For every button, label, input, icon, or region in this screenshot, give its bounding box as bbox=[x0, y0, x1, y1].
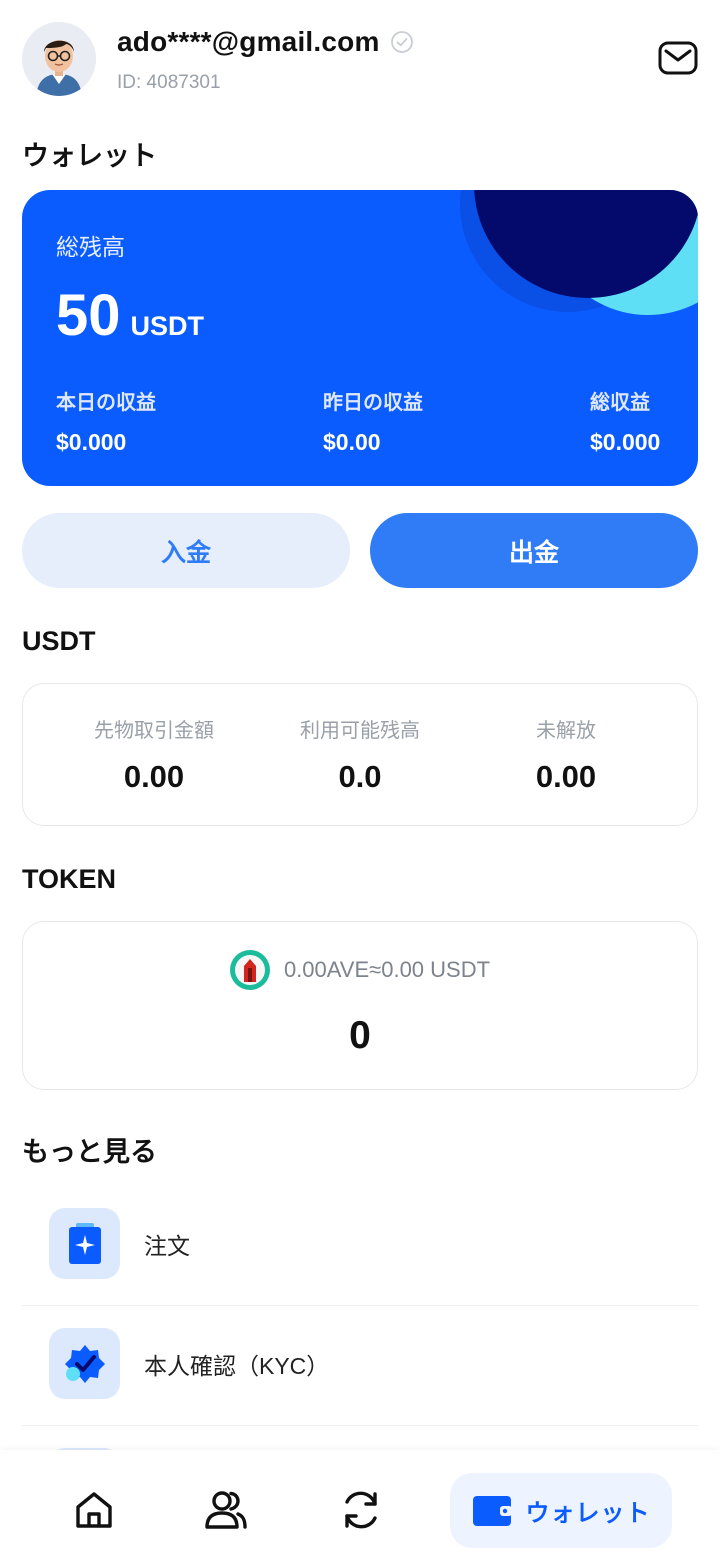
kyc-badge-icon bbox=[49, 1328, 120, 1399]
deposit-button[interactable]: 入金 bbox=[22, 513, 350, 588]
email-row: ado****@gmail.com bbox=[117, 26, 414, 58]
wallet-section-title: ウォレット bbox=[22, 141, 157, 171]
more-section-title: もっと見る bbox=[22, 1137, 157, 1167]
list-item-kyc[interactable]: 本人確認（KYC） bbox=[22, 1307, 698, 1426]
user-id: ID: 4087301 bbox=[117, 72, 221, 93]
token-conversion: 0.00AVE≈0.00 USDT bbox=[283, 957, 491, 982]
nav-wallet-label: ウォレット bbox=[525, 1500, 651, 1527]
total-balance-label: 総残高 bbox=[56, 234, 125, 260]
total-earnings-value: $0.000 bbox=[590, 429, 661, 455]
list-item-orders[interactable]: 注文 bbox=[22, 1187, 698, 1306]
usdt-balances-card: 先物取引金額 0.00 利用可能残高 0.0 未解放 0.00 bbox=[22, 683, 698, 826]
locked-balance-label: 未解放 bbox=[536, 720, 596, 742]
locked-balance: 未解放 0.00 bbox=[456, 714, 676, 795]
available-balance-value: 0.0 bbox=[338, 759, 382, 794]
yesterday-earnings-value: $0.00 bbox=[323, 429, 381, 455]
wallet-icon bbox=[472, 1495, 512, 1526]
token-section-title: TOKEN bbox=[22, 864, 117, 894]
ave-token-icon bbox=[229, 950, 270, 990]
locked-balance-value: 0.00 bbox=[535, 759, 597, 794]
verified-check-icon bbox=[390, 31, 413, 53]
futures-amount: 先物取引金額 0.00 bbox=[44, 714, 264, 795]
order-icon bbox=[49, 1208, 120, 1279]
kyc-label: 本人確認（KYC） bbox=[144, 1353, 330, 1379]
total-balance-value: 50 bbox=[56, 283, 121, 348]
avatar[interactable] bbox=[22, 22, 96, 96]
total-balance: 50 USDT bbox=[56, 282, 204, 349]
total-earnings: 総収益 $0.000 bbox=[590, 386, 660, 456]
yesterday-earnings-label: 昨日の収益 bbox=[323, 392, 423, 414]
today-earnings-value: $0.000 bbox=[56, 429, 127, 455]
token-card: 0.00AVE≈0.00 USDT 0 bbox=[22, 921, 698, 1090]
total-balance-unit: USDT bbox=[130, 311, 205, 341]
today-earnings: 本日の収益 $0.000 bbox=[56, 386, 156, 456]
today-earnings-label: 本日の収益 bbox=[56, 392, 156, 414]
nav-wallet-tab[interactable]: ウォレット bbox=[450, 1473, 672, 1548]
withdraw-button[interactable]: 出金 bbox=[370, 513, 698, 588]
account-email: ado****@gmail.com bbox=[117, 26, 380, 57]
futures-amount-label: 先物取引金額 bbox=[94, 720, 214, 742]
yesterday-earnings: 昨日の収益 $0.00 bbox=[323, 386, 423, 456]
users-icon[interactable] bbox=[204, 1488, 248, 1532]
profile-header: ado****@gmail.com ID: 4087301 bbox=[22, 22, 698, 98]
balance-card: 総残高 50 USDT 本日の収益 $0.000 昨日の収益 $0.00 総収益… bbox=[22, 190, 698, 486]
refresh-icon[interactable] bbox=[339, 1488, 383, 1532]
token-conversion-row: 0.00AVE≈0.00 USDT bbox=[23, 950, 697, 990]
available-balance: 利用可能残高 0.0 bbox=[250, 714, 470, 795]
mail-icon[interactable] bbox=[658, 40, 698, 76]
token-amount: 0 bbox=[349, 1014, 371, 1057]
futures-amount-value: 0.00 bbox=[123, 759, 185, 794]
orders-label: 注文 bbox=[144, 1233, 190, 1259]
available-balance-label: 利用可能残高 bbox=[300, 720, 420, 742]
bottom-nav: ウォレット bbox=[0, 1450, 720, 1566]
usdt-section-title: USDT bbox=[22, 626, 96, 656]
home-icon[interactable] bbox=[72, 1488, 116, 1532]
total-earnings-label: 総収益 bbox=[590, 392, 650, 414]
